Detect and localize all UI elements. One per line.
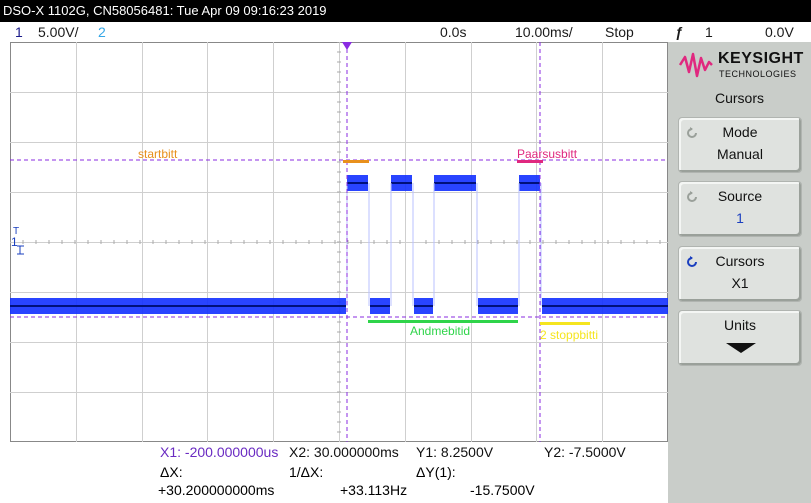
units-label: Units bbox=[724, 317, 756, 333]
submenu-arrow-icon bbox=[726, 343, 756, 353]
title-text: DSO-X 1102G, CN58056481: Tue Apr 09 09:1… bbox=[3, 3, 327, 18]
brand-name: KEYSIGHT bbox=[718, 50, 804, 67]
cursors-softkey[interactable]: Cursors X1 bbox=[678, 246, 802, 302]
trace-core bbox=[10, 305, 346, 307]
trace-core bbox=[391, 182, 412, 184]
run-state[interactable]: Stop bbox=[605, 22, 634, 42]
delta-y-value: -15.7500V bbox=[470, 482, 535, 498]
inverse-delta-x-value: +33.113Hz bbox=[340, 482, 408, 498]
stop-bits-label: 2 stoppbitti bbox=[540, 328, 598, 342]
mode-value: Manual bbox=[717, 146, 763, 162]
keysight-wave-icon bbox=[678, 52, 713, 78]
stop-bits-bar bbox=[540, 322, 590, 325]
startbit-label: startbitt bbox=[138, 147, 178, 161]
data-bits-bar bbox=[368, 320, 518, 323]
units-softkey[interactable]: Units bbox=[678, 310, 802, 366]
delta-x-label: ΔX: bbox=[160, 464, 183, 480]
cursors-value: X1 bbox=[731, 275, 749, 291]
channel1-scale[interactable]: 5.00V/ bbox=[38, 22, 78, 42]
time-delay[interactable]: 0.0s bbox=[440, 22, 466, 42]
trace-core bbox=[347, 182, 368, 184]
delta-y-label: ΔY(1): bbox=[416, 464, 456, 480]
channel1-ground-marker: 1 bbox=[11, 235, 18, 249]
time-scale[interactable]: 10.00ms/ bbox=[515, 22, 573, 42]
trace-core bbox=[434, 182, 476, 184]
softkey-panel: KEYSIGHT TECHNOLOGIES Cursors Mode Manua… bbox=[668, 42, 811, 503]
status-bar: 1 5.00V/ 2 0.0s 10.00ms/ Stop ƒ 1 0.0V bbox=[0, 22, 811, 42]
menu-title: Cursors bbox=[714, 90, 764, 106]
trigger-channel[interactable]: 1 bbox=[705, 22, 713, 42]
title-bar: DSO-X 1102G, CN58056481: Tue Apr 09 09:1… bbox=[0, 0, 811, 22]
waveform-display[interactable]: startbitt Paarsusbitt Andmebitid 2 stopp… bbox=[10, 42, 668, 442]
x2-readout[interactable]: X2: 30.000000ms bbox=[289, 444, 399, 460]
source-value: 1 bbox=[736, 210, 744, 226]
data-bits-label: Andmebitid bbox=[410, 324, 470, 338]
channel2-number[interactable]: 2 bbox=[98, 22, 106, 42]
mode-softkey[interactable]: Mode Manual bbox=[678, 117, 802, 173]
source-label: Source bbox=[717, 188, 763, 204]
x1-readout[interactable]: X1: -200.000000us bbox=[160, 444, 278, 460]
mode-label: Mode bbox=[722, 124, 758, 140]
brand-subtitle: TECHNOLOGIES bbox=[719, 69, 797, 79]
channel1-number[interactable]: 1 bbox=[15, 22, 23, 42]
delta-x-value: +30.200000000ms bbox=[158, 482, 275, 498]
parity-label: Paarsusbitt bbox=[517, 147, 578, 161]
trigger-edge-icon: ƒ bbox=[675, 24, 683, 40]
trigger-level[interactable]: 0.0V bbox=[765, 22, 794, 42]
y2-readout[interactable]: Y2: -7.5000V bbox=[544, 444, 626, 460]
trace-core bbox=[519, 182, 540, 184]
trace-core bbox=[542, 305, 668, 307]
trace-core bbox=[370, 305, 390, 307]
startbit-bar bbox=[343, 160, 369, 163]
inverse-delta-x-label: 1/ΔX: bbox=[289, 464, 324, 480]
cursors-label: Cursors bbox=[715, 253, 765, 269]
y1-readout[interactable]: Y1: 8.2500V bbox=[416, 444, 493, 460]
trace-core bbox=[414, 305, 433, 307]
keysight-logo: KEYSIGHT TECHNOLOGIES bbox=[678, 48, 803, 82]
source-softkey[interactable]: Source 1 bbox=[678, 181, 802, 237]
trace-core bbox=[478, 305, 518, 307]
